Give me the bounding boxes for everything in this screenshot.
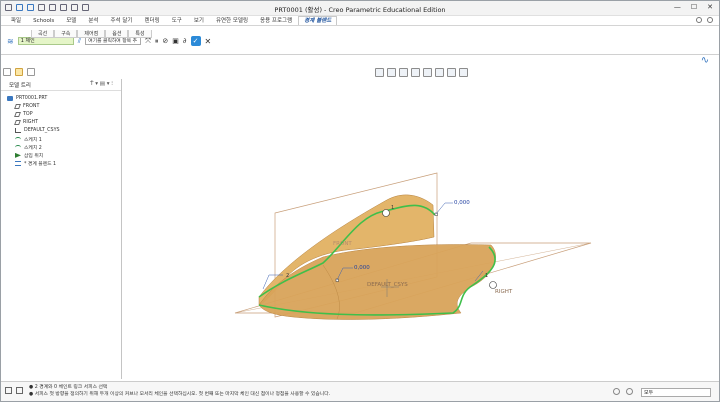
show-navigator-icon[interactable] xyxy=(5,387,12,394)
control-point-right[interactable] xyxy=(489,281,497,289)
tab-analysis[interactable]: 분석 xyxy=(82,16,104,25)
cancel-button[interactable]: ✕ xyxy=(205,37,212,46)
window-title: PRT0001 (활성) - Creo Parametric Education… xyxy=(274,6,446,14)
folder-browser-icon[interactable] xyxy=(27,68,35,76)
message-area: ● 2 경계와 0 체인트 링크 서피스 선택 ● 서피스 첫 방향을 정의하기… xyxy=(29,384,330,398)
tangency-value-top[interactable]: 0,000 xyxy=(454,200,470,206)
tree-node[interactable]: 삽입 위치 xyxy=(7,151,115,159)
minimize-ribbon-icon[interactable] xyxy=(707,17,713,23)
tree-node[interactable]: PRT0001.PRT xyxy=(7,94,115,102)
second-direction-collector[interactable]: 여기를 클릭하여 항목 추 xyxy=(85,37,142,45)
tangency-value-mid[interactable]: 0,000 xyxy=(354,265,370,271)
control-point-top[interactable] xyxy=(382,209,390,217)
tab-schools[interactable]: Schools xyxy=(27,16,60,25)
display-style-icon[interactable] xyxy=(423,68,432,77)
title-bar: PRT0001 (활성) - Creo Parametric Education… xyxy=(1,1,719,16)
navigator-tabs xyxy=(3,68,35,76)
subtab-control-points[interactable]: 제어점 xyxy=(77,30,106,38)
model-tree-icon[interactable] xyxy=(15,68,23,76)
tab-applications[interactable]: 응용 프로그램 xyxy=(254,16,298,25)
tree-node[interactable]: 스케치 1 xyxy=(7,135,115,143)
model-tree-panel: 모델 트리 Ť ▾ ▤ ▾ ⁝ PRT0001.PRT FRONT TOP RI… xyxy=(1,79,122,379)
subtab-properties[interactable]: 특성 xyxy=(128,30,152,38)
tree-node[interactable]: TOP xyxy=(7,110,115,118)
preview-icon[interactable]: ▣ xyxy=(172,37,179,45)
tab-view[interactable]: 보기 xyxy=(188,16,210,25)
first-direction-collector[interactable]: 1 체인 xyxy=(17,37,74,45)
verify-icon[interactable]: ∂ xyxy=(183,37,187,45)
insert-here-icon xyxy=(15,152,21,158)
tab-annotate[interactable]: 주석 달기 xyxy=(105,16,139,25)
sketch-icon xyxy=(15,136,21,142)
tree-node[interactable]: FRONT xyxy=(7,102,115,110)
zoom-in-icon[interactable] xyxy=(387,68,396,77)
show-browser-icon[interactable] xyxy=(16,387,23,394)
graphics-toolbar xyxy=(375,68,468,77)
tree-node[interactable]: RIGHT xyxy=(7,119,115,127)
tab-render[interactable]: 렌더링 xyxy=(139,16,166,25)
saved-orientations-icon[interactable] xyxy=(435,68,444,77)
part-icon xyxy=(7,95,13,101)
zoom-out-icon[interactable] xyxy=(399,68,408,77)
tab-file[interactable]: 파일 xyxy=(5,16,27,25)
point-label-1-top: 1 xyxy=(391,205,394,211)
view-manager-icon[interactable] xyxy=(447,68,456,77)
help-icon[interactable] xyxy=(696,17,702,23)
tree-settings-icon[interactable]: Ť ▾ ▤ ▾ ⁝ xyxy=(90,81,113,88)
layer-tree-icon[interactable] xyxy=(3,68,11,76)
datum-plane-icon xyxy=(14,120,21,126)
refit-icon[interactable] xyxy=(375,68,384,77)
ok-button[interactable]: ✓ xyxy=(190,36,201,46)
message-line-2: ● 서피스 첫 방향을 정의하기 위해 두개 이상의 커브나 모서리 체인을 선… xyxy=(29,392,331,397)
status-bar: ● 2 경계와 0 체인트 링크 서피스 선택 ● 서피스 첫 방향을 정의하기… xyxy=(1,381,719,401)
front-plane-label: FRONT xyxy=(333,241,352,247)
csys-label: DEFAULT_CSYS xyxy=(367,282,408,288)
graphics-window[interactable]: 0,000 0,000 1 2 1 DEFAULT_CSYS RIGHT FRO… xyxy=(123,65,719,379)
minimize-icon[interactable]: — xyxy=(674,3,681,11)
selection-filter[interactable]: 모두 xyxy=(641,388,711,397)
subtab-curves[interactable]: 곡선 xyxy=(31,30,55,38)
model-tree: PRT0001.PRT FRONT TOP RIGHT DEFAULT_CSYS… xyxy=(1,91,121,171)
tree-node[interactable]: 스케치 2 xyxy=(7,143,115,151)
tab-tools[interactable]: 도구 xyxy=(166,16,188,25)
right-plane-label: RIGHT xyxy=(495,289,513,295)
pause-icon[interactable]: ⏸ xyxy=(155,37,159,46)
datum-plane-icon xyxy=(14,111,21,117)
subtab-options[interactable]: 옵션 xyxy=(105,30,129,38)
tab-boundary-blend[interactable]: 경계 블렌드 xyxy=(298,16,338,25)
maximize-icon[interactable]: ☐ xyxy=(691,3,697,11)
repaint-icon[interactable] xyxy=(411,68,420,77)
datum-plane-icon xyxy=(14,103,21,109)
tab-model[interactable]: 모델 xyxy=(60,16,82,25)
regeneration-status-icon[interactable] xyxy=(613,388,620,395)
boundary-blend-icon xyxy=(15,161,21,167)
ribbon-tabs: 파일 Schools 모델 분석 주석 달기 렌더링 도구 보기 유연한 모델링… xyxy=(1,16,719,26)
message-line-1: ● 2 경계와 0 체인트 링크 서피스 선택 xyxy=(29,385,108,390)
point-label-2: 2 xyxy=(286,273,289,279)
dashboard-subtabs: 곡선 구속 제어점 옵션 특성 xyxy=(31,30,152,38)
csys-icon xyxy=(15,128,21,134)
first-direction-icon[interactable]: ≋ xyxy=(7,37,14,46)
tree-node[interactable]: * 경계 블렌드 1 xyxy=(7,160,115,168)
model-view: 0,000 0,000 1 2 1 DEFAULT_CSYS RIGHT FRO… xyxy=(234,172,592,320)
subtab-constraints[interactable]: 구속 xyxy=(54,30,78,38)
model-tree-title: 모델 트리 xyxy=(9,83,31,89)
window-controls: — ☐ ✕ xyxy=(674,3,713,11)
creo-window: PRT0001 (활성) - Creo Parametric Education… xyxy=(0,0,720,402)
smart-select-icon[interactable] xyxy=(626,388,633,395)
point-label-1-right: 1 xyxy=(485,273,488,279)
close-icon[interactable]: ✕ xyxy=(707,3,713,11)
tab-flexible-modeling[interactable]: 유연한 모델링 xyxy=(210,16,254,25)
tree-node[interactable]: DEFAULT_CSYS xyxy=(7,127,115,135)
datum-display-icon[interactable] xyxy=(459,68,468,77)
sketch-icon xyxy=(15,144,21,150)
no-preview-icon[interactable]: ⊘ xyxy=(162,37,168,45)
